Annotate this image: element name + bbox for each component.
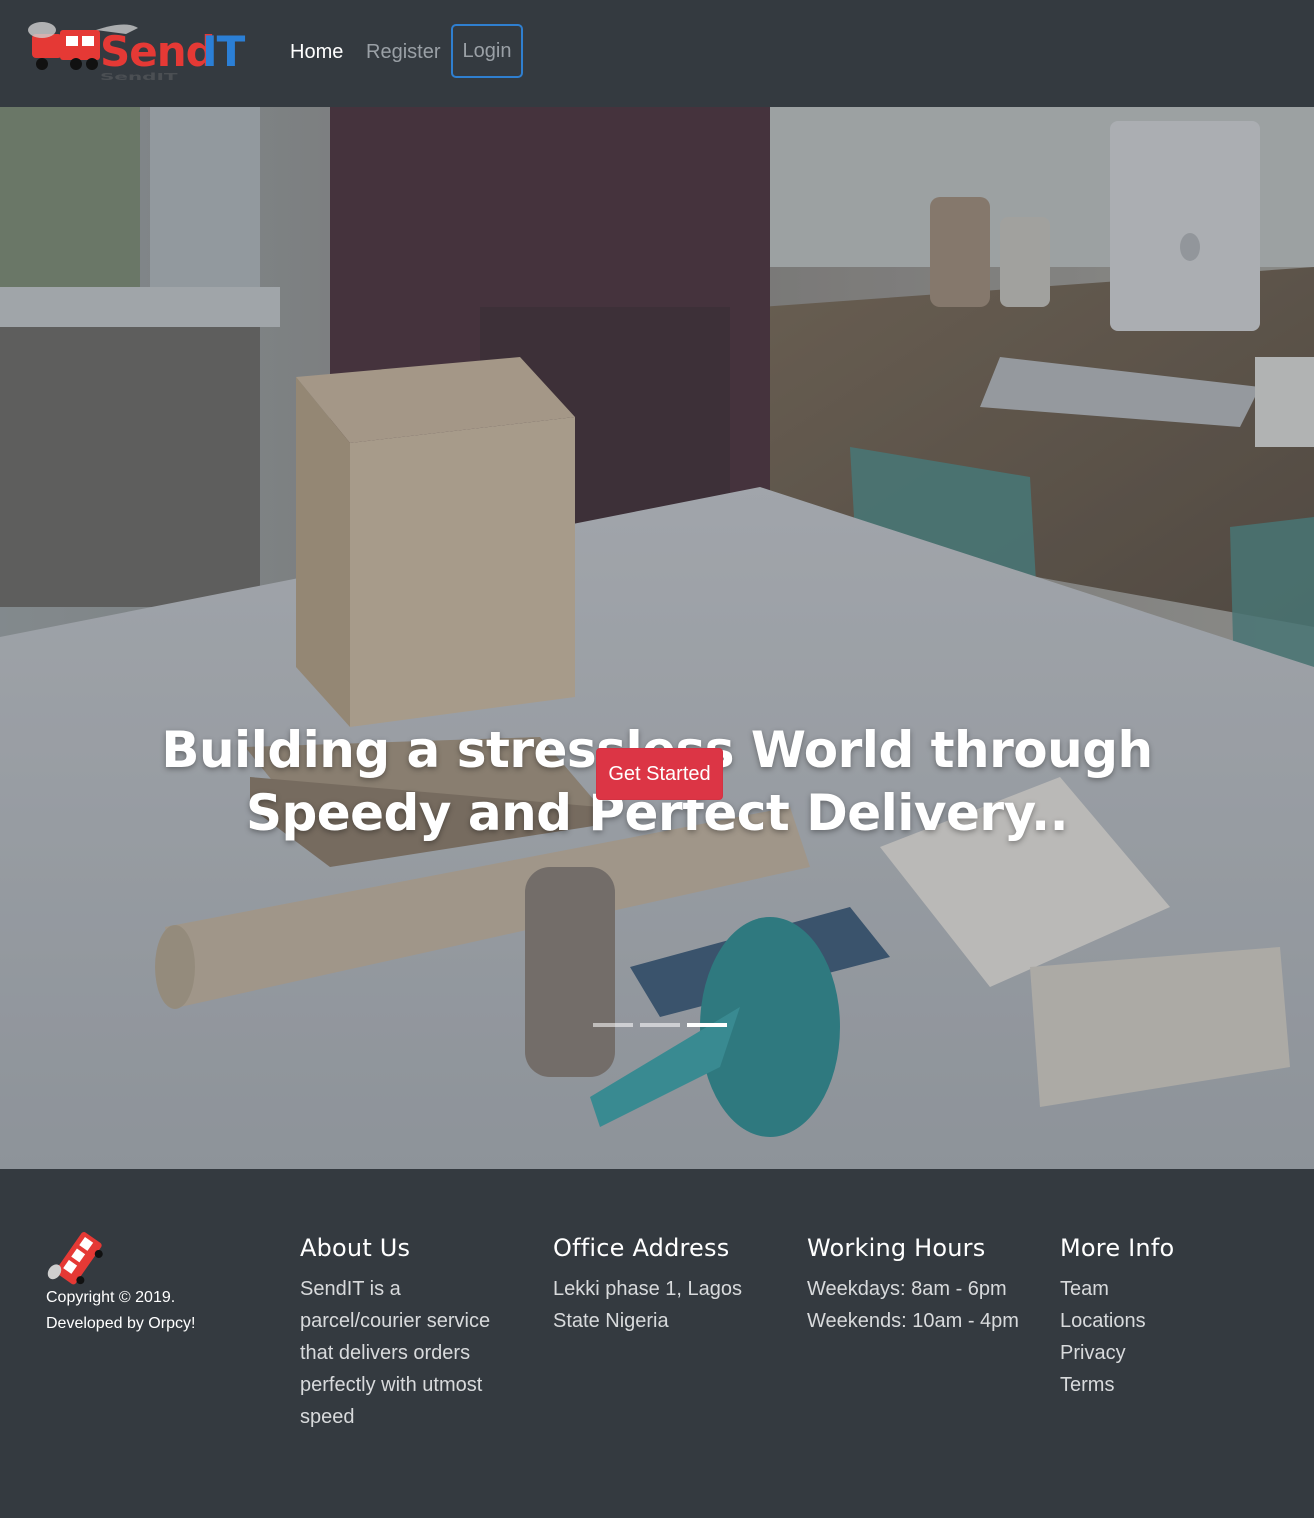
carousel-indicator-2[interactable] [640,1023,680,1027]
get-started-button[interactable]: Get Started [596,748,723,800]
footer-more-info-column: More Info Team Locations Privacy Terms [1060,1233,1260,1401]
nav-register-link[interactable]: Register [366,40,440,64]
hero-background-image [0,107,1314,1169]
footer-about-column: About Us SendIT is a parcel/courier serv… [300,1233,510,1433]
copyright-text: Copyright © 2019. Developed by Orpcy! [46,1285,266,1337]
footer-link-terms[interactable]: Terms [1060,1369,1260,1401]
carousel-indicators [593,1023,727,1027]
weekdays-hours: Weekdays: 8am - 6pm [807,1278,1007,1300]
svg-text:SendIT: SendIT [100,71,178,83]
developer-line: Developed by Orpcy! [46,1315,196,1332]
footer-link-team[interactable]: Team [1060,1273,1260,1305]
navbar: Send IT SendIT Home Register Login [0,0,1314,107]
office-address-text: Lekki phase 1, Lagos State Nigeria [553,1278,743,1332]
footer-truck-logo [47,1232,103,1285]
svg-text:IT: IT [202,27,246,76]
more-info-heading: More Info [1060,1234,1175,1262]
nav-home-link[interactable]: Home [290,40,343,64]
weekends-hours: Weekends: 10am - 4pm [807,1310,1019,1332]
footer-hours-column: Working Hours Weekdays: 8am - 6pm Weeken… [807,1233,1022,1337]
carousel-indicator-1[interactable] [593,1023,633,1027]
copyright-line: Copyright © 2019. [46,1289,176,1306]
more-info-links: Team Locations Privacy Terms [1060,1273,1260,1401]
sendit-logo[interactable]: Send IT SendIT [26,20,254,86]
carousel-indicator-3[interactable] [687,1023,727,1027]
nav-login-button[interactable]: Login [451,24,523,78]
about-text: SendIT is a parcel/courier service that … [300,1278,491,1428]
office-heading: Office Address [553,1234,730,1262]
hours-heading: Working Hours [807,1234,986,1262]
hero-carousel: Building a stressless World through Spee… [0,107,1314,1169]
footer: Copyright © 2019. Developed by Orpcy! Ab… [0,1169,1314,1518]
footer-link-locations[interactable]: Locations [1060,1305,1260,1337]
about-heading: About Us [300,1234,411,1262]
footer-office-column: Office Address Lekki phase 1, Lagos Stat… [553,1233,753,1337]
svg-text:Send: Send [100,27,215,76]
hours-text: Weekdays: 8am - 6pm Weekends: 10am - 4pm [807,1273,1022,1337]
footer-link-privacy[interactable]: Privacy [1060,1337,1260,1369]
